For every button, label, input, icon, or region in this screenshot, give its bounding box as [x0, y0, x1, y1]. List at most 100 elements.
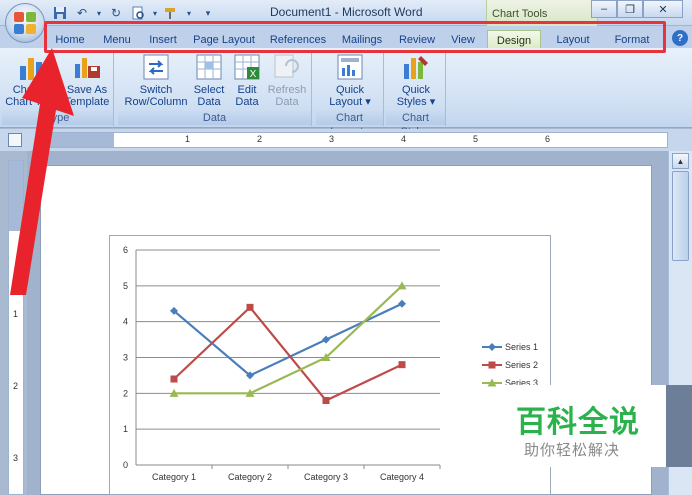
format-painter-icon[interactable]	[162, 4, 182, 22]
y-tick-label: 5	[123, 281, 128, 291]
x-tick-label: Category 2	[228, 472, 272, 482]
quick-styles-label-1: Quick	[401, 84, 431, 96]
change-chart-type-icon	[17, 52, 47, 82]
data-point	[488, 343, 496, 351]
ribbon-group-chart-layouts: Quick Layout ▾ Chart Layouts	[316, 50, 384, 138]
save-as-template-label-2: Template	[64, 96, 110, 108]
y-tick-label: 2	[123, 388, 128, 398]
window-title: Document1 - Microsoft Word	[270, 5, 423, 19]
ribbon: Change Chart Type Save As Template Type …	[0, 48, 692, 138]
refresh-data-label-2: Data	[275, 96, 299, 108]
edit-data-icon: X	[232, 52, 262, 82]
help-icon[interactable]: ?	[672, 30, 688, 46]
change-chart-type-label-2: Chart Type	[5, 96, 59, 108]
tabs-highlight-box	[44, 21, 666, 53]
change-chart-type-button[interactable]: Change Chart Type	[5, 52, 59, 108]
data-point	[398, 299, 406, 308]
data-point	[170, 375, 178, 383]
chart-frame[interactable]: 0 1 2 3 4 5 6 Category 1 Category 2 Category 3 Cat…	[109, 235, 551, 495]
svg-text:X: X	[250, 69, 257, 80]
group-label-chart-layouts: Chart Layouts	[316, 111, 383, 138]
quick-styles-icon	[401, 52, 431, 82]
ribbon-group-chart-styles: Quick Styles ▾ Chart Styles	[386, 50, 446, 138]
chevron-down-icon[interactable]: ▾	[150, 4, 160, 22]
refresh-data-icon	[272, 52, 302, 82]
scroll-thumb[interactable]	[672, 171, 689, 261]
ruler-number: 4	[401, 134, 407, 144]
select-data-label-2: Data	[197, 96, 221, 108]
group-label-chart-styles: Chart Styles	[386, 111, 445, 138]
y-tick-label: 3	[123, 353, 128, 363]
ruler-number: 3	[329, 134, 335, 144]
vruler-number: 1	[13, 309, 19, 319]
print-preview-icon[interactable]	[128, 4, 148, 22]
select-data-button[interactable]: Select Data	[192, 52, 226, 108]
x-tick-label: Category 3	[304, 472, 348, 482]
series-line	[173, 302, 403, 377]
y-tick-label: 1	[123, 424, 128, 434]
minimize-button[interactable]: –	[591, 0, 617, 18]
office-button[interactable]	[5, 3, 45, 43]
ruler-number: 5	[473, 134, 479, 144]
quick-layout-label-2: Layout ▾	[329, 96, 371, 108]
watermark-title: 百科全说	[516, 405, 640, 440]
ribbon-group-data: Switch Row/Column Select Data X Edit Dat…	[118, 50, 312, 126]
switch-row-column-button[interactable]: Switch Row/Column	[122, 52, 190, 108]
save-as-template-label-1: Save As	[66, 84, 108, 96]
x-tick-label: Category 4	[380, 472, 424, 482]
data-point	[488, 361, 496, 369]
change-chart-type-label-1: Change	[12, 84, 52, 96]
switch-row-column-icon	[141, 52, 171, 82]
quick-layout-button[interactable]: Quick Layout ▾	[324, 52, 376, 108]
refresh-data-button[interactable]: Refresh Data	[266, 52, 308, 108]
legend-label: Series 1	[505, 342, 538, 352]
close-button[interactable]: ✕	[643, 0, 683, 18]
watermark-edge	[666, 385, 692, 467]
horizontal-ruler[interactable]: 1 2 3 4 5 6	[38, 132, 668, 148]
edit-data-button[interactable]: X Edit Data	[230, 52, 264, 108]
ruler-number: 2	[257, 134, 263, 144]
vertical-ruler-margin	[9, 161, 23, 231]
redo-icon[interactable]: ↻	[106, 4, 126, 22]
group-label-type: Type	[2, 111, 113, 125]
ruler-row: 1 2 3 4 5 6	[0, 129, 692, 151]
customize-icon[interactable]: ▾	[202, 4, 214, 22]
save-as-template-button[interactable]: Save As Template	[62, 52, 112, 108]
legend-label: Series 2	[505, 360, 538, 370]
quick-styles-label-2: Styles ▾	[396, 96, 436, 108]
office-logo-icon	[14, 12, 36, 34]
select-data-label-1: Select	[193, 84, 225, 96]
quick-styles-button[interactable]: Quick Styles ▾	[390, 52, 442, 108]
data-point	[322, 397, 330, 404]
y-tick-label: 4	[123, 317, 128, 327]
vertical-ruler[interactable]: 1 2 3	[8, 160, 24, 495]
ruler-number: 6	[545, 134, 551, 144]
chart-tools-label: Chart Tools	[492, 8, 548, 20]
vruler-number: 3	[13, 453, 19, 463]
chevron-down-icon[interactable]: ▾	[94, 4, 104, 22]
select-data-icon	[194, 52, 224, 82]
quick-access-toolbar: ↶ ▾ ↻ ▾ ▾ ▾	[50, 4, 214, 22]
chevron-down-icon[interactable]: ▾	[184, 4, 194, 22]
quick-layout-icon	[335, 52, 365, 82]
switch-row-column-label-2: Row/Column	[124, 96, 188, 108]
y-tick-label: 6	[123, 245, 128, 255]
ruler-number: 1	[185, 134, 191, 144]
group-label-data: Data	[118, 111, 311, 125]
restore-button[interactable]: ❐	[617, 0, 643, 18]
data-point	[398, 361, 406, 369]
data-point	[322, 335, 330, 344]
save-icon[interactable]	[50, 4, 70, 22]
x-tick-label: Category 1	[152, 472, 196, 482]
quick-layout-label-1: Quick	[335, 84, 365, 96]
scroll-up-button[interactable]: ▲	[672, 153, 689, 169]
vruler-number: 2	[13, 381, 19, 391]
data-point	[246, 303, 254, 311]
refresh-data-label-1: Refresh	[267, 84, 307, 96]
tab-selector-icon[interactable]	[8, 133, 22, 147]
undo-icon[interactable]: ↶	[72, 4, 92, 22]
watermark-subtitle: 助你轻松解决	[524, 441, 621, 459]
line-chart[interactable]: 0 1 2 3 4 5 6 Category 1 Category 2 Category 3 Cat…	[110, 236, 550, 494]
ruler-left-margin	[39, 133, 114, 147]
ribbon-group-type: Change Chart Type Save As Template Type	[2, 50, 114, 126]
